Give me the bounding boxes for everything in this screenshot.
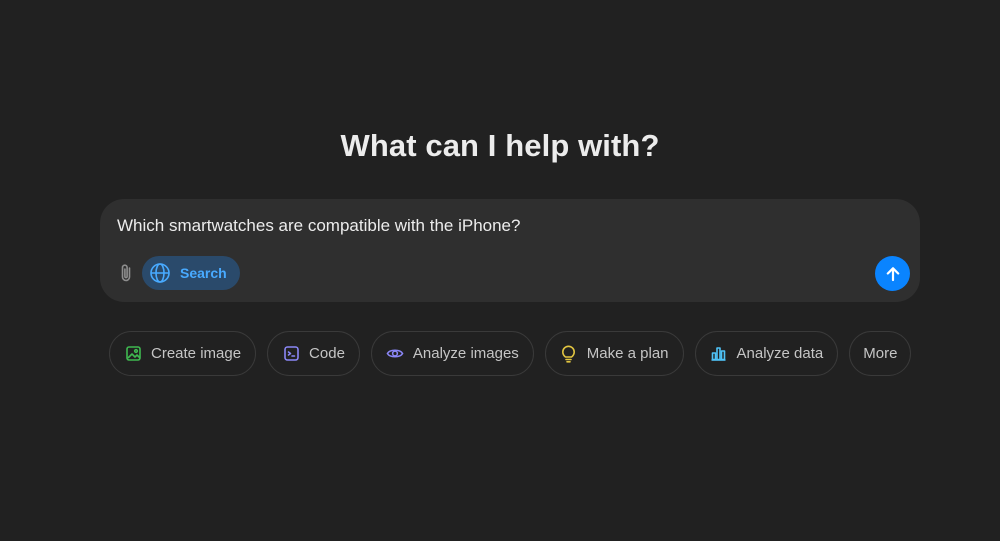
chip-analyze-data[interactable]: Analyze data xyxy=(694,331,839,376)
send-button[interactable] xyxy=(875,256,910,291)
suggestion-chips: Create image Code Analyze images Make a … xyxy=(109,331,912,376)
chip-label: Create image xyxy=(151,345,242,362)
chip-code[interactable]: Code xyxy=(267,331,360,376)
chip-make-a-plan[interactable]: Make a plan xyxy=(544,331,684,376)
chip-create-image[interactable]: Create image xyxy=(109,331,257,376)
chip-label: Make a plan xyxy=(586,345,669,362)
lightbulb-icon xyxy=(560,345,578,363)
globe-icon xyxy=(149,262,171,284)
paperclip-icon[interactable] xyxy=(114,261,138,285)
chip-more[interactable]: More xyxy=(849,331,912,376)
chip-analyze-images[interactable]: Analyze images xyxy=(370,331,534,376)
chat-home: What can I help with? Which smartwatches… xyxy=(0,0,1000,541)
chip-label: More xyxy=(863,345,898,362)
arrow-up-icon xyxy=(884,265,902,283)
eye-icon xyxy=(386,345,404,363)
page-title: What can I help with? xyxy=(340,128,660,163)
prompt-composer[interactable]: Which smartwatches are compatible with t… xyxy=(100,199,920,302)
chip-label: Analyze images xyxy=(412,345,519,362)
terminal-icon xyxy=(282,345,300,363)
chip-label: Code xyxy=(309,345,345,362)
search-button[interactable]: Search xyxy=(142,256,240,290)
chip-label: Analyze data xyxy=(736,345,824,362)
prompt-input[interactable]: Which smartwatches are compatible with t… xyxy=(117,216,520,236)
bar-chart-icon xyxy=(710,345,728,363)
image-icon xyxy=(124,345,142,363)
search-button-label: Search xyxy=(180,265,227,281)
